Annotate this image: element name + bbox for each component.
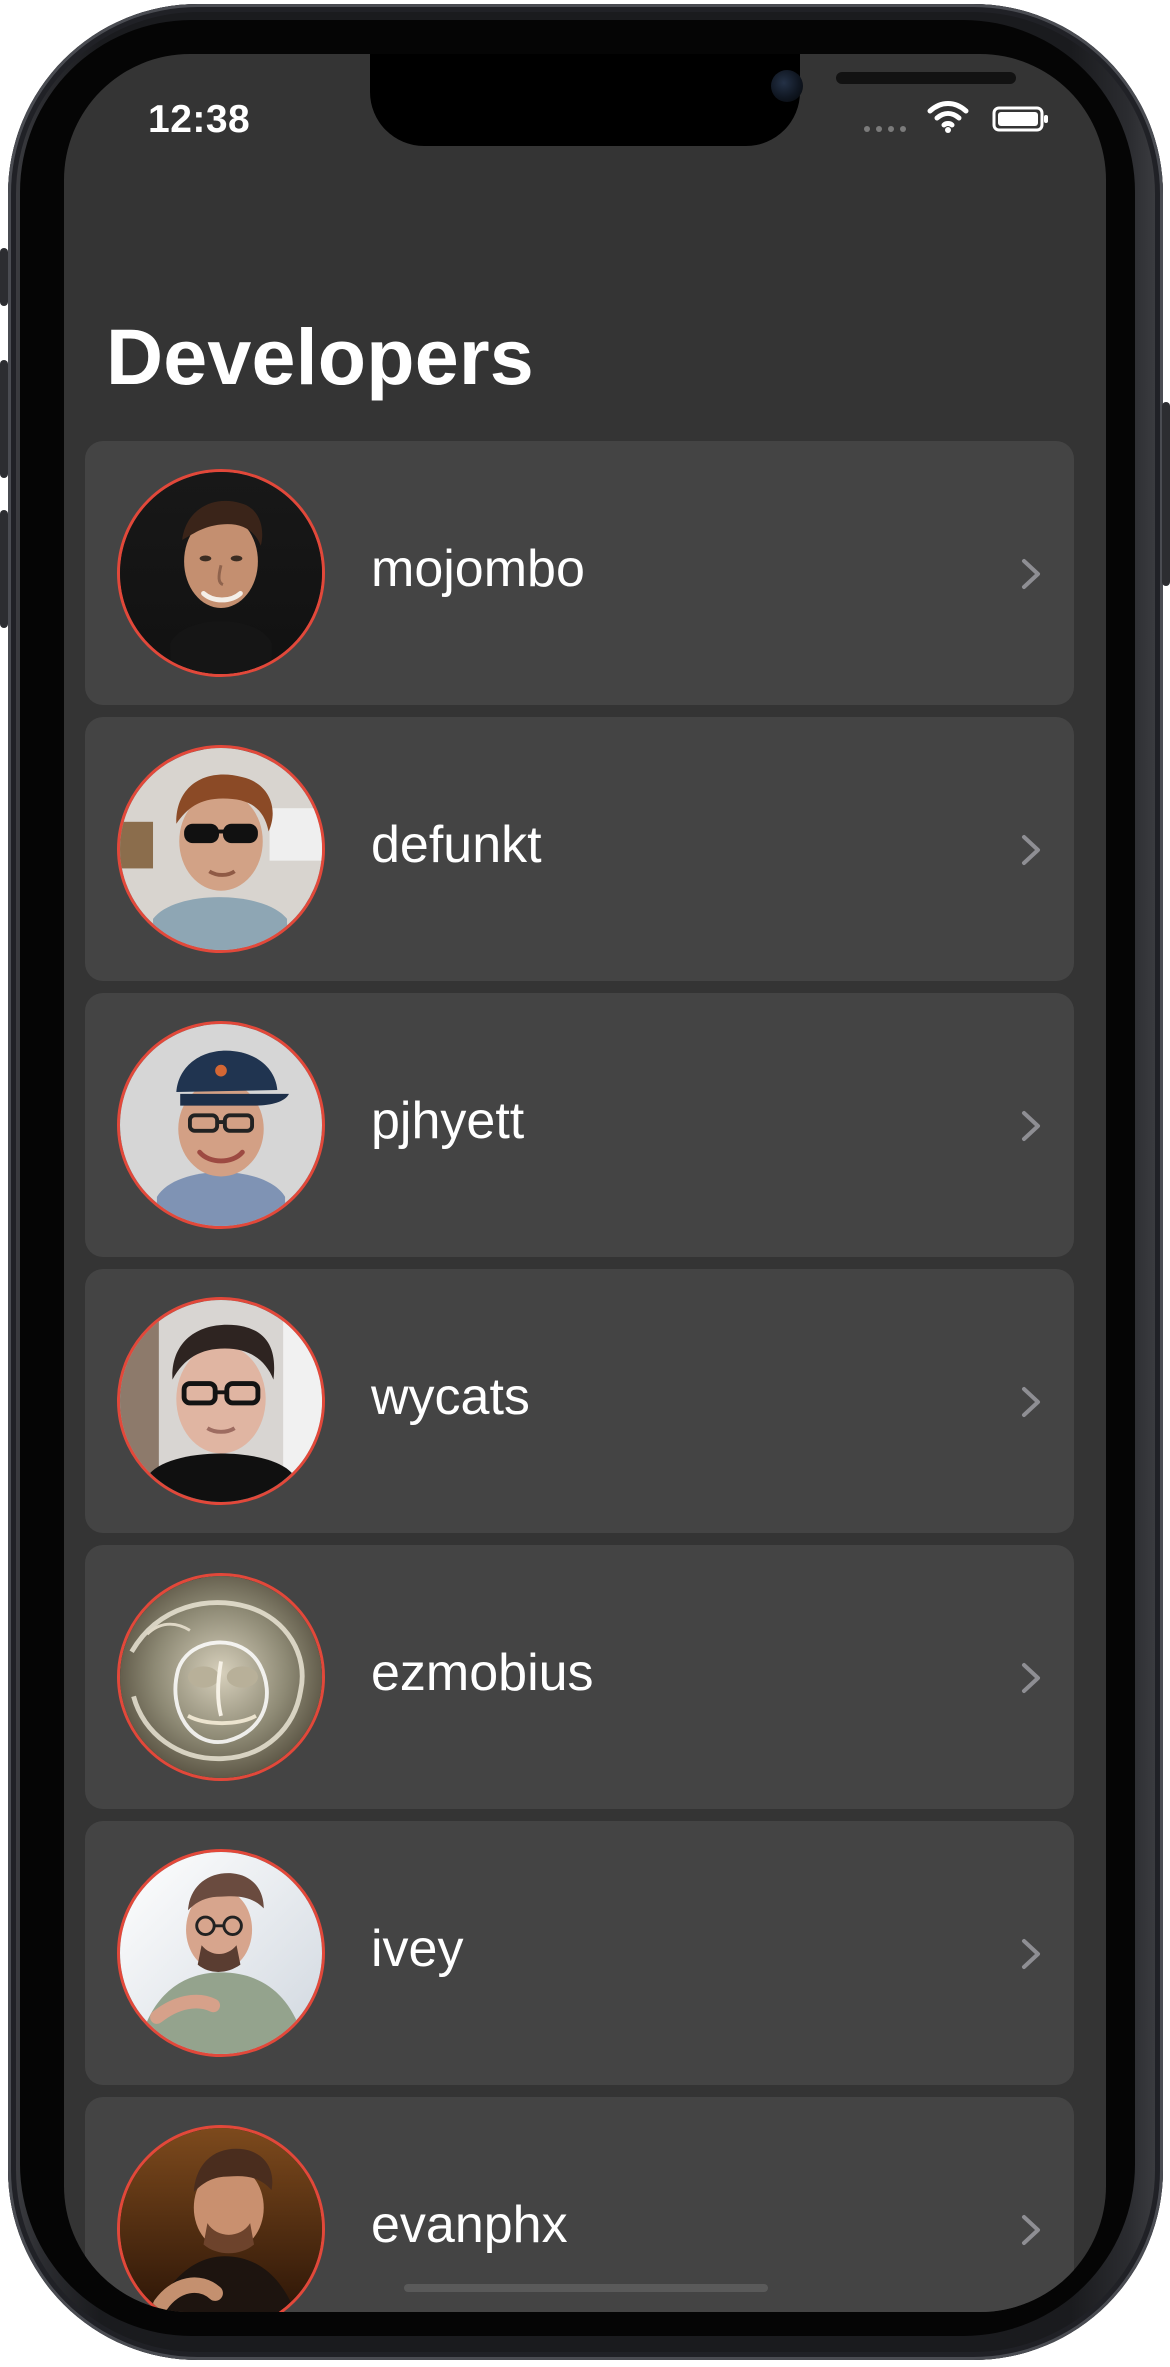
- developer-row[interactable]: evanphx: [85, 2097, 1074, 2312]
- developer-username: defunkt: [371, 816, 542, 874]
- volume-down-button: [0, 510, 8, 628]
- app-screen: 12:38 Developers mojombo defunkt pjhyett…: [64, 54, 1106, 2312]
- developer-row[interactable]: mojombo: [85, 441, 1074, 705]
- signal-dot: [876, 126, 882, 132]
- signal-dot: [864, 126, 870, 132]
- wycats-avatar: [120, 1300, 322, 1502]
- avatar: [117, 745, 325, 953]
- chevron-right-icon: [1022, 2215, 1040, 2245]
- developer-row[interactable]: ezmobius: [85, 1545, 1074, 1809]
- developer-username: ivey: [371, 1920, 464, 1978]
- developer-row[interactable]: defunkt: [85, 717, 1074, 981]
- status-bar: 12:38: [64, 54, 1106, 154]
- chevron-right-icon: [1022, 1387, 1040, 1417]
- mute-switch: [0, 248, 8, 306]
- volume-up-button: [0, 360, 8, 478]
- developer-username: pjhyett: [371, 1092, 525, 1150]
- developer-username: wycats: [371, 1368, 530, 1426]
- chevron-right-icon: [1022, 1663, 1040, 1693]
- developer-username: ezmobius: [371, 1644, 594, 1702]
- signal-dot: [888, 126, 894, 132]
- avatar: [117, 2125, 325, 2312]
- developer-username: evanphx: [371, 2196, 568, 2254]
- pjhyett-avatar: [120, 1024, 322, 1226]
- avatar: [117, 1297, 325, 1505]
- chevron-right-icon: [1022, 1939, 1040, 1969]
- developer-list[interactable]: mojombo defunkt pjhyett wycats ezmobius …: [85, 441, 1075, 2312]
- signal-dot: [900, 126, 906, 132]
- power-button: [1162, 402, 1170, 586]
- chevron-right-icon: [1022, 559, 1040, 589]
- home-indicator: [404, 2284, 768, 2292]
- defunkt-avatar: [120, 748, 322, 950]
- wifi-icon: [927, 101, 969, 133]
- chevron-right-icon: [1022, 835, 1040, 865]
- cellular-signal-icon: [864, 124, 906, 134]
- page-title: Developers: [106, 312, 534, 401]
- chevron-right-icon: [1022, 1111, 1040, 1141]
- status-time: 12:38: [148, 98, 251, 141]
- ezmobius-avatar: [120, 1576, 322, 1778]
- avatar: [117, 1573, 325, 1781]
- avatar: [117, 1849, 325, 2057]
- developer-row[interactable]: ivey: [85, 1821, 1074, 2085]
- mojombo-avatar: [120, 472, 322, 674]
- ivey-avatar: [120, 1852, 322, 2054]
- evanphx-avatar: [120, 2128, 322, 2312]
- developer-row[interactable]: wycats: [85, 1269, 1074, 1533]
- avatar: [117, 469, 325, 677]
- developer-row[interactable]: pjhyett: [85, 993, 1074, 1257]
- battery-icon: [992, 106, 1048, 132]
- avatar: [117, 1021, 325, 1229]
- device-frame: 12:38 Developers mojombo defunkt pjhyett…: [0, 0, 1170, 2367]
- developer-username: mojombo: [371, 540, 585, 598]
